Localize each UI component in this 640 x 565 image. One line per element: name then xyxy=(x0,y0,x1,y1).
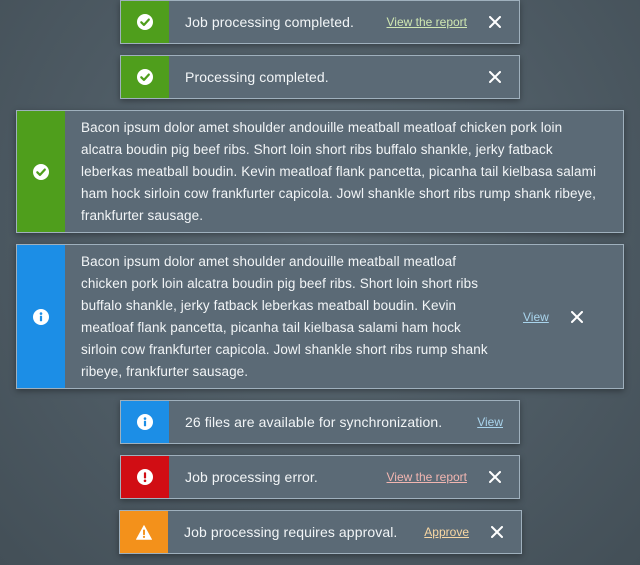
close-icon xyxy=(489,16,501,28)
view-link[interactable]: View xyxy=(469,401,519,443)
toast-status-strip xyxy=(120,511,168,553)
toast-approval-required: Job processing requires approval. Approv… xyxy=(119,510,522,554)
toast-long-info: Bacon ipsum dolor amet shoulder andouill… xyxy=(16,244,624,389)
toast-message: Processing completed. xyxy=(185,69,329,85)
close-button[interactable] xyxy=(487,511,507,553)
check-circle-icon xyxy=(137,14,153,30)
close-button[interactable] xyxy=(567,245,587,388)
toast-job-completed: Job processing completed. View the repor… xyxy=(120,0,520,44)
close-icon xyxy=(491,526,503,538)
close-button[interactable] xyxy=(485,56,505,98)
toast-status-strip xyxy=(17,111,65,232)
toast-status-strip xyxy=(121,1,169,43)
info-circle-icon xyxy=(33,308,49,325)
info-circle-icon xyxy=(137,414,153,430)
warning-triangle-icon xyxy=(136,524,152,540)
close-button[interactable] xyxy=(485,1,505,43)
toast-processing-completed: Processing completed. xyxy=(120,55,520,99)
toast-message: Job processing completed. xyxy=(185,14,355,30)
toast-status-strip xyxy=(121,56,169,98)
close-icon xyxy=(489,471,501,483)
toast-message: Bacon ipsum dolor amet shoulder andouill… xyxy=(81,119,597,223)
check-circle-icon xyxy=(33,163,49,180)
view-link[interactable]: View xyxy=(505,245,567,388)
close-button[interactable] xyxy=(485,456,505,498)
view-report-link[interactable]: View the report xyxy=(379,456,486,498)
toast-message: Job processing requires approval. xyxy=(184,524,398,540)
view-report-link[interactable]: View the report xyxy=(379,1,486,43)
toast-status-strip xyxy=(121,456,169,498)
toast-status-strip xyxy=(121,401,169,443)
toast-files-available: 26 files are available for synchronizati… xyxy=(120,400,520,444)
toast-status-strip xyxy=(17,245,65,388)
close-icon xyxy=(570,310,583,323)
exclamation-circle-icon xyxy=(137,469,153,485)
toast-message: 26 files are available for synchronizati… xyxy=(185,414,443,430)
toast-message: Bacon ipsum dolor amet shoulder andouill… xyxy=(81,253,488,379)
toast-job-error: Job processing error. View the report xyxy=(120,455,520,499)
approve-link[interactable]: Approve xyxy=(416,511,487,553)
toast-message: Job processing error. xyxy=(185,469,318,485)
close-icon xyxy=(489,71,501,83)
check-circle-icon xyxy=(137,69,153,85)
toast-long-success: Bacon ipsum dolor amet shoulder andouill… xyxy=(16,110,624,233)
